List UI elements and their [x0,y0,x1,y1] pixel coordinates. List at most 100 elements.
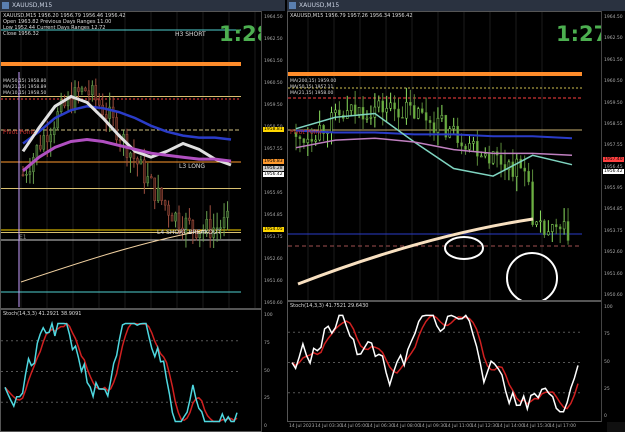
candle-body [226,210,229,218]
price-tick-label: 1962.50 [604,36,623,42]
candle-body [94,85,98,101]
candle-body [547,231,550,236]
price-tick-label: 1954.85 [264,213,283,218]
price-tick-label: 1951.60 [264,279,283,284]
time-tick-label: 14 Jul 11:00 [445,424,472,429]
candle-body [424,112,428,121]
annotation-circle [506,252,558,300]
candle-body [115,117,118,141]
candle-body [405,101,408,119]
price-tag: 1957.40 [603,157,624,162]
right-pivot-label: Pivot Point [290,129,322,136]
candle-body [306,138,310,143]
price-tag: 1956.42 [263,172,284,177]
candle-body [302,138,306,143]
candle-body [39,145,42,150]
candle-body [52,127,56,135]
candle-body [139,159,143,165]
right-chart-window[interactable]: XAUUSD,M15 XAUUSD,M15 1956.79 1957.26 19… [287,0,625,432]
candle-body [129,152,132,158]
candle-body [452,125,455,130]
right-stoch-canvas[interactable] [288,302,607,422]
price-tick-label: 75 [264,340,270,346]
candle-body [484,153,487,157]
candle-body [349,104,353,111]
candle-body [373,106,377,118]
stoch-signal-line [4,322,238,423]
right-window-title: XAUUSD,M15 [299,2,340,9]
candle-body [153,177,156,201]
price-tick-label: 1961.50 [604,57,623,63]
left-info-line-3: Close 1956.32 [3,31,39,37]
candle-body [440,115,444,119]
candle-body [377,100,381,108]
candle-body [369,116,373,119]
right-window-titlebar[interactable]: XAUUSD,M15 [287,0,625,11]
price-tick-label: 1955.95 [264,191,283,196]
candle-body [77,87,80,92]
candle-body [499,154,503,165]
candle-body [389,102,392,109]
ma-line [295,137,573,157]
left-stoch-canvas[interactable] [1,310,266,432]
right-ma-legend-3: MA(21,15) 1958.00 [290,91,334,96]
price-tick-label: 1957.55 [264,147,283,152]
left-window-titlebar[interactable]: XAUUSD,M15 [0,0,285,11]
candle-body [420,108,424,113]
price-tick-label: 25 [604,386,610,392]
candle-body [527,170,530,183]
price-tag: 1956.42 [603,169,624,174]
price-tick-label: 1964.50 [604,15,623,20]
right-price-chart-canvas[interactable] [288,12,607,301]
l3-long-label: L3 LONG [179,163,206,170]
candle-body [87,90,91,96]
right-price-axis[interactable]: 1964.50 1962.50 1961.50 1960.50 1959.50 1958.… [601,11,625,301]
left-stoch-panel[interactable]: Stoch(14,3,3) 41.2921 38.9091 [0,309,266,432]
candle-body [416,108,420,119]
candle-body [511,161,515,177]
candle-body [381,100,384,113]
candle-body [298,136,302,139]
left-chart-window[interactable]: XAUUSD,M15 XAUUSD,M15 1956.20 1956.79 19… [0,0,286,432]
candle-body [91,85,94,96]
price-tick-label: 0 [604,414,607,419]
candle-body [136,158,139,165]
price-tick-label: 100 [604,305,613,310]
candle-body [330,112,333,133]
candle-body [365,117,369,120]
time-tick-label: 14 Jul 03:30 [315,424,342,429]
left-window-title: XAUUSD,M15 [12,2,53,9]
left-price-chart-canvas[interactable] [1,12,266,309]
candle-body [523,167,526,172]
e1-label: E1 [19,234,27,241]
candle-body [397,108,400,118]
candle-body [170,214,174,222]
price-tick-label: 1961.50 [264,59,283,64]
price-tick-label: 1954.85 [604,207,623,213]
candle-body [436,117,440,133]
time-tick-label: 14 Jul 09:30 [419,424,446,429]
candle-body [101,104,104,115]
candle-body [551,224,554,232]
right-time-axis: 14 Jul 2023 14 Jul 03:30 14 Jul 05:00 14 Ju… [287,422,607,432]
candle-body [70,96,73,110]
price-tick-label: 1951.60 [604,271,623,277]
right-stoch-panel[interactable]: Stoch(14,3,3) 41.7521 29.6430 [287,301,607,422]
candle-body [310,138,314,142]
time-tick-label: 14 Jul 17:00 [549,424,576,429]
candle-body [409,101,412,106]
candle-body [558,226,562,230]
candle-body [143,159,146,184]
candle-body [476,141,479,157]
price-tick-label: 1960.50 [604,79,623,85]
left-price-axis[interactable]: 1964.50 1962.50 1961.50 1960.50 1959.50 1958.… [261,11,286,309]
left-price-chart[interactable]: XAUUSD,M15 1956.20 1956.79 1956.46 1956.… [0,11,266,309]
candle-body [150,176,153,179]
candle-body [357,107,361,115]
right-price-chart[interactable]: XAUUSD,M15 1956.79 1957.26 1956.34 1956.… [287,11,607,301]
candle-body [460,142,463,147]
candle-body [49,134,52,143]
price-tick-label: 1959.50 [264,103,283,108]
candle-body [188,217,191,221]
candle-body [56,111,59,129]
